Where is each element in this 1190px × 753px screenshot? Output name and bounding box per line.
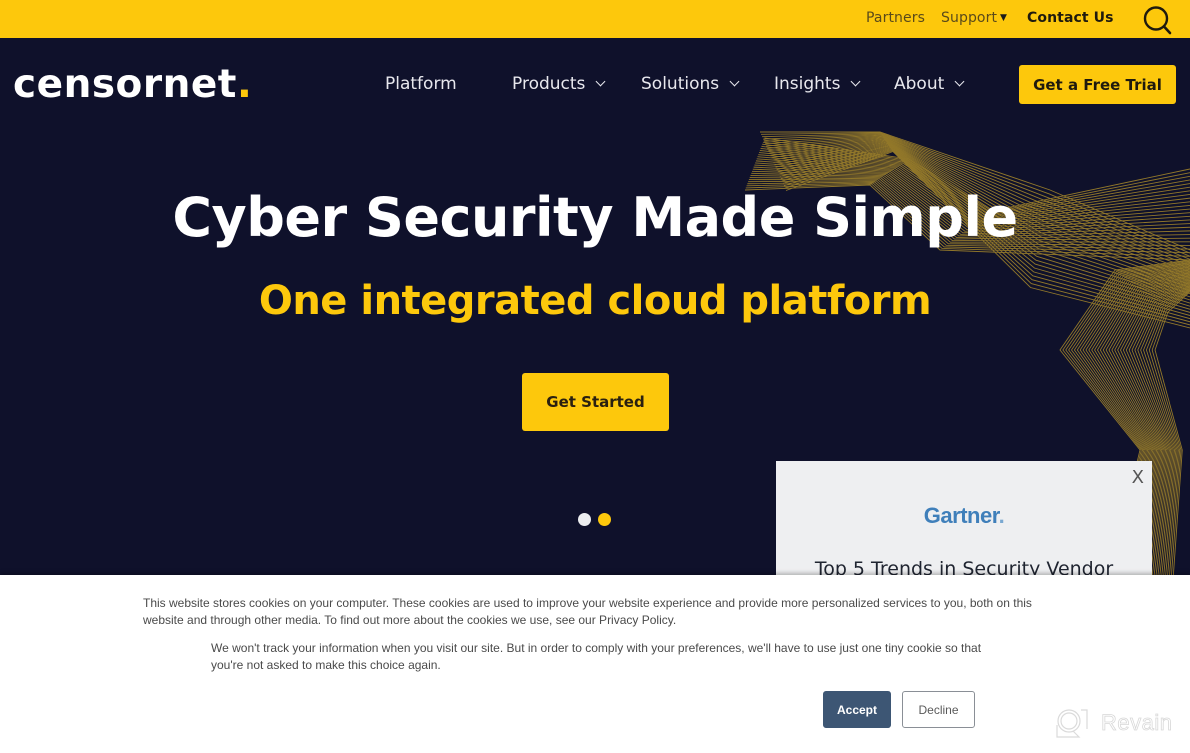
nav-label: Platform [385,74,457,94]
utility-bar: Partners Support ▼ Contact Us [0,0,1190,38]
nav-label: Solutions [641,74,720,94]
get-started-button[interactable]: Get Started [522,373,669,431]
main-nav: censornet. Platform Products Solutions I… [0,38,1190,130]
brand-text: Gartner [923,503,999,528]
chevron-down-icon [729,76,740,87]
nav-label: About [894,74,945,94]
nav-platform[interactable]: Platform [385,74,457,94]
carousel-indicators [578,513,611,526]
censornet-logo[interactable]: censornet. [13,62,252,107]
revain-text: Revain [1101,710,1173,736]
chevron-down-icon [851,76,861,87]
revain-watermark: Revain [1055,707,1172,739]
revain-logo-icon [1056,709,1088,738]
nav-products[interactable]: Products [512,74,606,94]
logo-dot: . [236,62,253,107]
carousel-dot-2[interactable] [598,513,611,526]
free-trial-button[interactable]: Get a Free Trial [1019,65,1176,104]
contact-us-link[interactable]: Contact Us [1027,10,1114,26]
gartner-logo: Gartner. [776,503,1152,529]
hero-title: Cyber Security Made Simple [172,186,1018,249]
chevron-down-icon [595,76,606,87]
cookie-text-secondary: We won't track your information when you… [211,641,982,672]
caret-down-icon: ▼ [1000,13,1008,23]
brand-period: . [998,503,1005,528]
gartner-promo-popup: X Gartner. Top 5 Trends in Security Vend… [776,461,1152,581]
nav-label: Products [512,74,586,94]
nav-insights[interactable]: Insights [774,74,861,94]
nav-label: Insights [774,74,841,94]
cookie-banner: This website stores cookies on your comp… [0,575,1190,753]
search-icon[interactable] [1142,5,1172,35]
chevron-down-icon [954,76,965,87]
partners-link[interactable]: Partners [866,10,925,26]
nav-solutions[interactable]: Solutions [641,74,740,94]
cookie-text-primary: This website stores cookies on your comp… [143,596,1032,627]
hero-subtitle: One integrated cloud platform [258,278,932,324]
accept-cookies-button[interactable]: Accept [823,691,891,728]
support-link[interactable]: Support ▼ [941,10,1007,26]
support-label: Support [941,10,998,26]
nav-about[interactable]: About [894,74,965,94]
logo-text: censornet [13,62,237,107]
decline-cookies-button[interactable]: Decline [902,691,975,728]
close-icon[interactable]: X [1132,467,1144,488]
carousel-dot-1[interactable] [578,513,591,526]
